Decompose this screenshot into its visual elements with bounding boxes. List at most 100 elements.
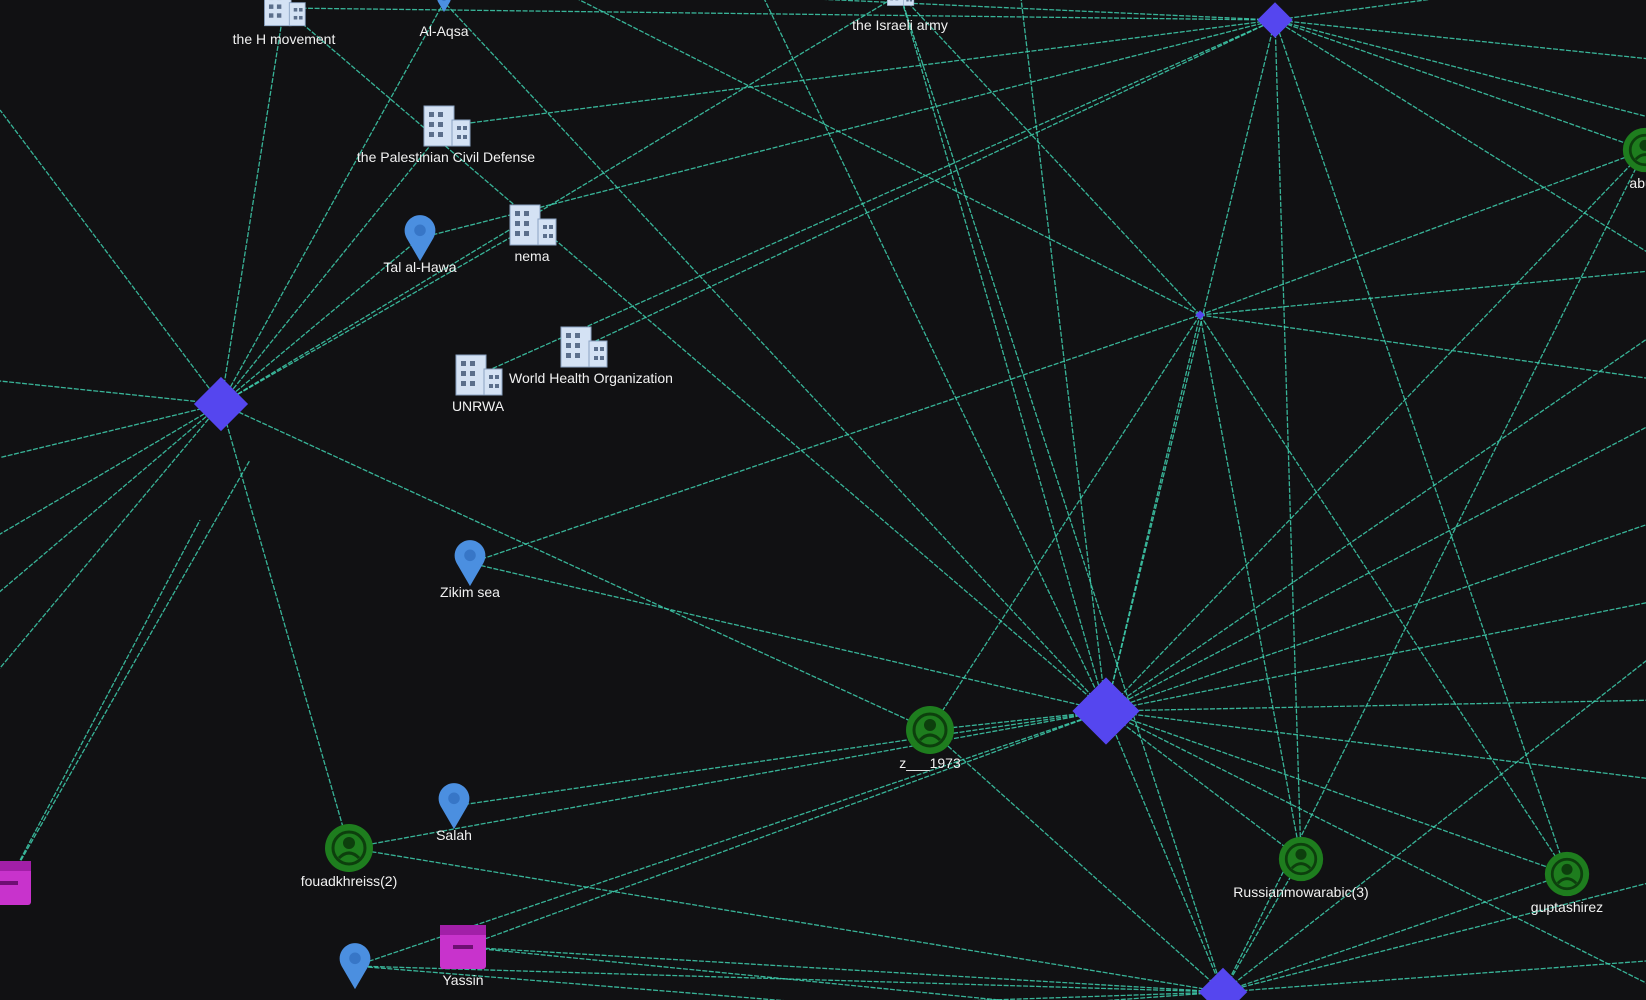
edge-line <box>0 403 222 535</box>
edge-line <box>1222 858 1302 993</box>
person-icon <box>323 822 375 874</box>
node-label: abuh <box>1629 175 1646 191</box>
edge-line <box>929 729 1224 993</box>
edge-line <box>582 19 1276 348</box>
node-label: Russianmowarabic(3) <box>1233 884 1368 900</box>
edge-line <box>354 965 785 1000</box>
node-the-h-movement[interactable]: the H movement <box>233 0 336 47</box>
node-label: World Health Organization <box>509 370 673 386</box>
map-pin-icon <box>454 540 486 587</box>
node-yassin[interactable]: Yassin <box>440 925 486 988</box>
node-event-n18[interactable] <box>0 861 31 905</box>
node-label: the Palestinian Civil Defense <box>357 149 535 165</box>
edge-line <box>1105 19 1276 712</box>
edge-line <box>445 19 1276 127</box>
edge-line <box>477 19 1276 376</box>
node-label: z___1973 <box>899 755 961 771</box>
node-the-palestinian-civil-defense[interactable]: the Palestinian Civil Defense <box>357 105 535 165</box>
edge-line <box>901 0 1224 993</box>
edge-line <box>1105 710 1568 875</box>
node-label: Zikim sea <box>440 584 500 600</box>
building-icon <box>560 326 608 368</box>
map-pin-icon <box>404 215 436 262</box>
person-icon <box>1621 126 1646 174</box>
edge-line <box>1105 710 1302 860</box>
edge-line <box>7 519 201 884</box>
node-fouadkhreiss-2[interactable]: fouadkhreiss(2) <box>301 822 398 889</box>
node-layer: the H movement Al-Aqsa the Palestinian Civ… <box>0 0 1646 1000</box>
node-hub-h2[interactable] <box>1072 677 1140 745</box>
node-nema[interactable]: nema <box>509 204 557 264</box>
edge-line <box>1105 314 1201 712</box>
node-location-n13[interactable] <box>339 943 371 990</box>
edge-line <box>578 0 1201 316</box>
edge-line <box>348 847 1224 993</box>
node-al-aqsa[interactable]: Al-Aqsa <box>419 0 469 39</box>
building-icon <box>423 105 471 147</box>
edge-line <box>1199 149 1646 316</box>
node-unrwa[interactable]: UNRWA <box>452 354 505 414</box>
person-icon <box>904 704 956 756</box>
edge-line <box>1274 19 1646 253</box>
node-label: fouadkhreiss(2) <box>301 873 398 889</box>
edge-line <box>0 380 222 405</box>
node-label: Al-Aqsa <box>419 23 468 39</box>
node-label: Salah <box>436 827 472 843</box>
network-graph-canvas[interactable]: the H movement Al-Aqsa the Palestinian Civ… <box>0 0 1646 1000</box>
node-label: the Israeli army <box>852 17 948 33</box>
edge-line <box>1020 0 1107 712</box>
edge-line <box>462 946 1224 993</box>
edge-line <box>220 7 285 405</box>
map-pin-icon <box>339 943 371 990</box>
node-label: nema <box>514 248 549 264</box>
edge-line <box>1199 314 1646 379</box>
edge-line <box>220 403 931 731</box>
edge-line <box>1274 19 1568 875</box>
edge-line <box>462 710 1107 948</box>
edge-line <box>419 19 1276 239</box>
node-hub-h1[interactable] <box>193 376 249 432</box>
edge-line <box>1105 710 1224 993</box>
edge-layer <box>0 0 1646 1000</box>
edge-line <box>283 7 1107 712</box>
node-abuh[interactable]: abuh <box>1621 126 1646 191</box>
edge-line <box>1199 270 1646 316</box>
building-icon <box>264 0 306 27</box>
diamond-icon <box>1257 2 1293 38</box>
edge-line <box>220 403 350 849</box>
node-label: Tal al-Hawa <box>383 259 456 275</box>
node-salah[interactable]: Salah <box>436 783 472 843</box>
edge-line <box>0 109 222 405</box>
person-icon <box>1543 850 1591 898</box>
node-z-1973[interactable]: z___1973 <box>899 704 961 771</box>
edge-line <box>1105 710 1646 779</box>
edge-line <box>1105 710 1646 984</box>
node-zikim-sea[interactable]: Zikim sea <box>440 540 500 600</box>
edge-line <box>453 710 1107 807</box>
edge-line <box>1105 149 1646 712</box>
edge-line <box>1105 426 1646 712</box>
node-russianmowarabic-3[interactable]: Russianmowarabic(3) <box>1233 835 1369 900</box>
edge-line <box>1274 0 1430 21</box>
calendar-icon <box>0 861 31 905</box>
node-label: UNRWA <box>452 398 505 414</box>
building-icon <box>455 354 503 396</box>
node-guptashirez[interactable]: guptashirez <box>1531 850 1603 915</box>
node-tal-al-hawa[interactable]: Tal al-Hawa <box>383 215 457 275</box>
person-icon <box>1277 835 1325 883</box>
edge-line <box>1105 699 1646 712</box>
calendar-icon <box>440 925 486 969</box>
edge-line <box>7 459 251 884</box>
node-label: the H movement <box>233 31 336 47</box>
node-world-health-organization[interactable]: World Health Organization <box>509 326 673 386</box>
building-icon <box>509 204 557 246</box>
map-pin-icon <box>438 783 470 830</box>
edge-line <box>904 0 1201 316</box>
node-hub-h3[interactable] <box>1257 2 1293 38</box>
edge-line <box>0 403 222 593</box>
diamond-icon <box>1072 677 1140 745</box>
edge-line <box>283 7 1276 21</box>
edge-line <box>901 0 1107 712</box>
node-hub-h5[interactable] <box>1198 967 1248 1000</box>
diamond-icon <box>1198 967 1248 1000</box>
